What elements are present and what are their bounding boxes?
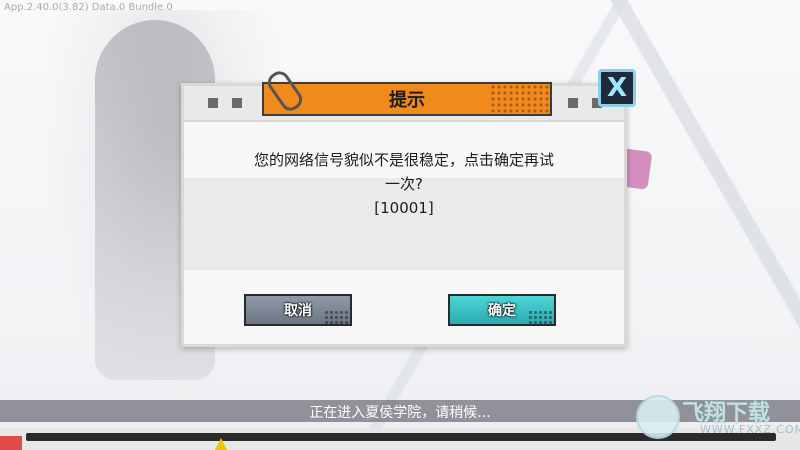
halftone-decoration (490, 84, 550, 114)
error-code: [10001] (374, 199, 434, 217)
halftone-decoration (528, 310, 554, 324)
header-square-icon (232, 98, 242, 108)
dialog-header: 提示 (184, 67, 624, 122)
confirm-button[interactable]: 确定 (448, 294, 556, 326)
confirm-button-label: 确定 (488, 303, 516, 319)
close-button-label: X (606, 73, 628, 103)
dialog-title: 提示 (389, 90, 425, 111)
dialog-message: 您的网络信号貌似不是很稳定，点击确定再试 一次? [10001] (184, 148, 624, 220)
close-icon[interactable]: X (598, 69, 636, 107)
header-square-icon (208, 98, 218, 108)
network-error-dialog: 提示 您的网络信号貌似不是很稳定，点击确定再试 一次? [10001] 取消 确… (181, 67, 627, 347)
dialog-title-tab: 提示 (262, 82, 552, 116)
message-line: 您的网络信号貌似不是很稳定，点击确定再试 (253, 151, 554, 169)
watermark-logo-icon (636, 395, 680, 439)
progress-start-marker (0, 436, 22, 450)
header-square-icon (568, 98, 578, 108)
cancel-button[interactable]: 取消 (244, 294, 352, 326)
message-line: 一次? (385, 175, 423, 193)
halftone-decoration (324, 310, 350, 324)
watermark: 飞翔下载 WWW.FXXZ.COM (636, 395, 800, 439)
progress-indicator-icon (215, 438, 227, 450)
cancel-button-label: 取消 (284, 303, 312, 319)
watermark-url: WWW.FXXZ.COM (700, 423, 800, 436)
